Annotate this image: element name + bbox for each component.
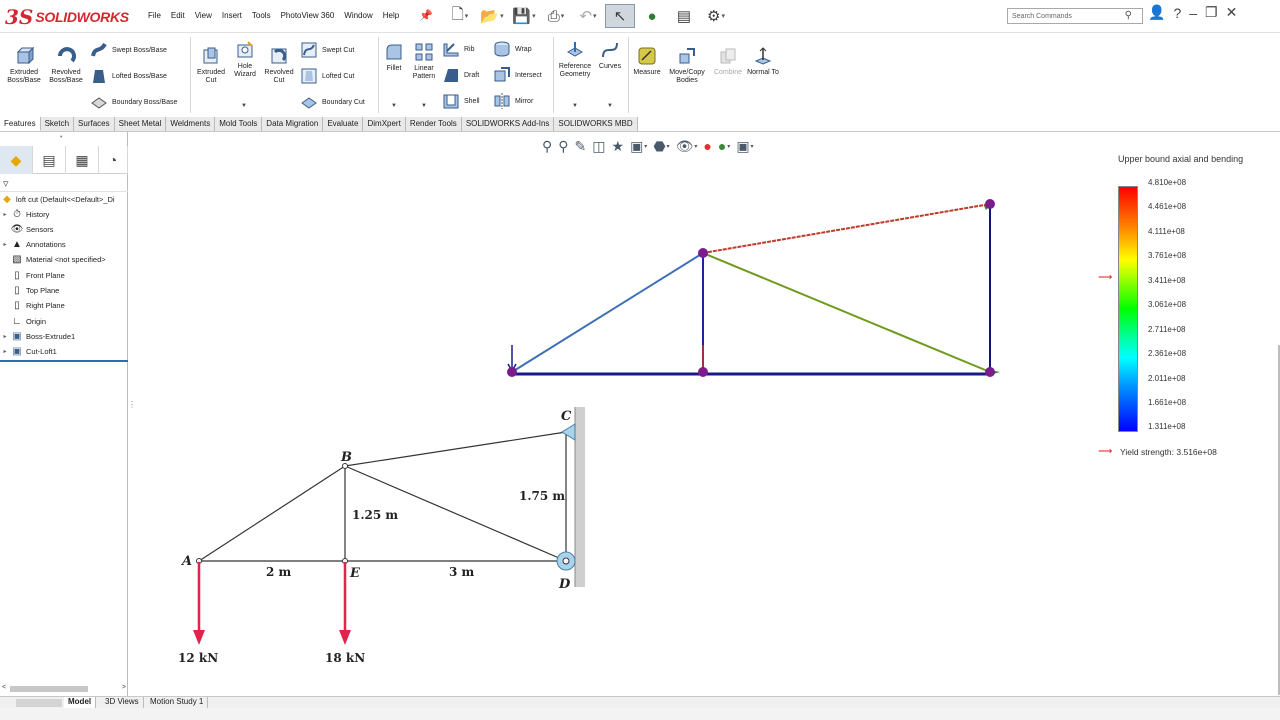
joint-c[interactable] [985,199,995,209]
legend-value: 2.361e+08 [1148,349,1187,358]
display-style-icon: ⬣ [653,137,666,154]
legend-value: 2.011e+08 [1148,374,1186,383]
legend-value: 4.461e+08 [1148,202,1187,211]
legend-value: 3.761e+08 [1148,251,1187,260]
section-view-button[interactable]: ◫ [590,136,607,156]
apply-scene-button[interactable]: ● ▾ [716,136,732,156]
legend-title: Upper bound axial and bending [1118,154,1244,164]
label-b: B [340,450,352,465]
joint-a[interactable] [507,367,517,377]
annotation-view-icon: ★ [611,137,625,154]
sketch-member-bc [344,431,567,467]
eye-icon: 👁 [675,137,694,154]
model-tabs-bar: Model 3D Views Motion Study 1 [0,696,1280,708]
sketch-member-ab [198,465,346,562]
dynamic-annotation-button[interactable]: ★ [610,136,627,156]
solidworks-window: 3S SOLIDWORKS File Edit View Insert Tool… [0,0,1280,720]
graphics-area: A B C D E 2 m 3 m 1.25 m 1.75 m 12 kN 18… [178,199,1000,665]
zoom-area-icon: ⚲ [558,137,569,154]
legend-value: 4.111e+08 [1148,227,1185,236]
label-c: C [561,409,572,424]
previous-view-icon: ✎ [574,137,587,154]
legend-value: 2.711e+08 [1148,325,1186,334]
dim-be: 1.25 m [352,508,398,522]
yield-arrow-icon: ⟶ [1098,446,1113,457]
joint-e[interactable] [698,367,708,377]
yield-strength-label: Yield strength: 3.516e+08 [1120,447,1217,457]
member-bd [702,252,991,373]
zoom-to-fit-button[interactable]: ⚲ [540,136,554,156]
yield-marker-arrow-icon: ⟶ [1098,272,1113,283]
legend-value: 1.661e+08 [1148,398,1187,407]
legend-value: 4.810e+08 [1148,178,1187,187]
previous-view-button[interactable]: ✎ [573,136,589,156]
dim-ae: 2 m [266,565,292,579]
member-ab [511,252,704,373]
legend-value: 3.411e+08 [1148,276,1186,285]
label-a: A [180,554,192,569]
joint-b[interactable] [698,248,708,258]
view-orientation-icon: ▣ [630,137,644,154]
member-bc [702,203,991,254]
status-bar [0,708,1280,720]
pin-support-c [561,423,576,441]
view-settings-button[interactable]: ▣ ▾ [734,136,755,156]
display-style-button[interactable]: ⬣ ▾ [651,136,671,156]
legend-value: 3.061e+08 [1148,300,1187,309]
label-d: D [558,577,571,592]
zoom-fit-icon: ⚲ [542,137,553,154]
tab-motion-study[interactable]: Motion Study 1 [146,697,209,708]
dim-ed: 3 m [449,565,475,579]
zoom-to-area-button[interactable]: ⚲ [556,136,570,156]
fea-truss [507,199,1000,377]
wall [575,407,585,587]
section-view-icon: ◫ [592,137,606,154]
hide-show-items-button[interactable]: 👁 ▾ [674,136,700,156]
stress-legend: Upper bound axial and bending 4.810e+08 … [1090,150,1280,470]
monitor-icon: ▣ [736,137,750,154]
load-12kn-label: 12 kN [178,651,218,665]
label-e: E [349,566,361,581]
tab-model[interactable]: Model [64,697,97,708]
scene-icon: ● [717,138,727,154]
tab-scroll-buttons[interactable] [16,699,62,707]
tab-3d-views[interactable]: 3D Views [101,697,144,708]
legend-color-bar [1118,186,1138,432]
appearance-icon: ● [703,138,712,154]
legend-value: 1.311e+08 [1148,422,1186,431]
view-orientation-button[interactable]: ▣ ▾ [628,136,649,156]
joint-d[interactable] [985,367,995,377]
truss-reference-sketch: A B C D E 2 m 3 m 1.25 m 1.75 m 12 kN 18… [178,407,585,665]
dim-cd: 1.75 m [519,489,565,503]
load-18kn-label: 18 kN [325,651,365,665]
heads-up-view-toolbar: ⚲ ⚲ ✎ ◫ ★ ▣ ▾ ⬣ ▾ 👁 ▾ ● ● ▾ ▣ ▾ [540,136,756,156]
edit-appearance-button[interactable]: ● [701,136,713,156]
